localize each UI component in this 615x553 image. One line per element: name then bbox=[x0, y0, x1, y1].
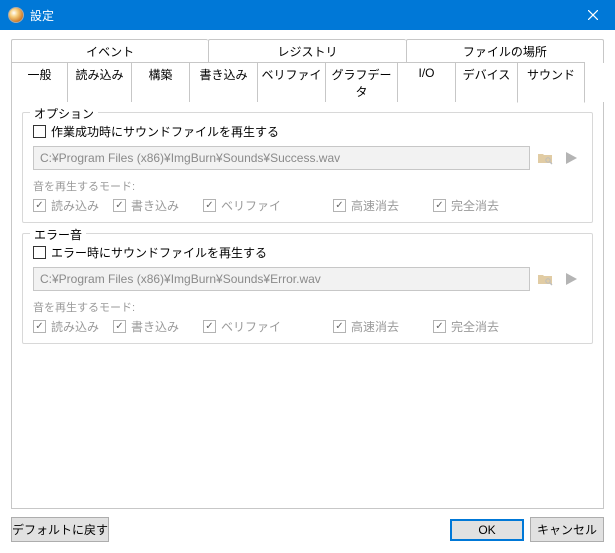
success-mode-checkbox-0[interactable] bbox=[33, 199, 46, 212]
success-mode-label-4: 完全消去 bbox=[451, 197, 499, 214]
group-error: エラー音 エラー時にサウンドファイルを再生する 音を再生するモード: 読み込み書… bbox=[22, 233, 593, 344]
success-mode-0[interactable]: 読み込み bbox=[33, 197, 113, 214]
success-mode-3[interactable]: 高速消去 bbox=[333, 197, 433, 214]
error-mode-1[interactable]: 書き込み bbox=[113, 318, 203, 335]
tab-8[interactable]: サウンド bbox=[517, 62, 585, 103]
success-mode-4[interactable]: 完全消去 bbox=[433, 197, 499, 214]
checkbox-play-error-label: エラー時にサウンドファイルを再生する bbox=[51, 244, 267, 261]
browse-success-button[interactable] bbox=[534, 147, 556, 169]
success-mode-label-0: 読み込み bbox=[51, 197, 99, 214]
group-options: オプション 作業成功時にサウンドファイルを再生する 音を再生するモード: 読み込… bbox=[22, 112, 593, 223]
success-mode-label-3: 高速消去 bbox=[351, 197, 399, 214]
folder-search-icon bbox=[537, 150, 553, 166]
cancel-button[interactable]: キャンセル bbox=[530, 517, 604, 542]
tab-2[interactable]: 構築 bbox=[131, 62, 189, 103]
error-mode-3[interactable]: 高速消去 bbox=[333, 318, 433, 335]
tab-3[interactable]: 書き込み bbox=[189, 62, 257, 103]
success-sound-path[interactable] bbox=[33, 146, 530, 170]
tab-0[interactable]: 一般 bbox=[11, 62, 67, 103]
tab-events[interactable]: イベント bbox=[11, 39, 208, 63]
error-mode-label-0: 読み込み bbox=[51, 318, 99, 335]
browse-error-button[interactable] bbox=[534, 268, 556, 290]
success-mode-label: 音を再生するモード: bbox=[33, 178, 582, 194]
play-error-button[interactable] bbox=[560, 268, 582, 290]
close-icon bbox=[588, 10, 598, 20]
tab-5[interactable]: グラフデータ bbox=[325, 62, 397, 103]
tab-panel-sound: オプション 作業成功時にサウンドファイルを再生する 音を再生するモード: 読み込… bbox=[11, 102, 604, 509]
success-mode-checkbox-3[interactable] bbox=[333, 199, 346, 212]
error-mode-checkbox-3[interactable] bbox=[333, 320, 346, 333]
tab-control: イベント レジストリ ファイルの場所 一般読み込み構築書き込みベリファイグラフデ… bbox=[11, 39, 604, 103]
tab-registry[interactable]: レジストリ bbox=[208, 39, 405, 63]
tab-7[interactable]: デバイス bbox=[455, 62, 517, 103]
checkbox-play-success[interactable] bbox=[33, 125, 46, 138]
success-mode-label-1: 書き込み bbox=[131, 197, 179, 214]
titlebar: 設定 bbox=[0, 0, 615, 30]
error-mode-checkbox-4[interactable] bbox=[433, 320, 446, 333]
play-icon bbox=[563, 271, 579, 287]
error-mode-label-4: 完全消去 bbox=[451, 318, 499, 335]
error-mode-checkbox-2[interactable] bbox=[203, 320, 216, 333]
dialog-footer: デフォルトに戻す OK キャンセル bbox=[11, 509, 604, 542]
app-icon bbox=[8, 7, 24, 23]
error-mode-checkbox-0[interactable] bbox=[33, 320, 46, 333]
error-mode-label-2: ベリファイ bbox=[221, 318, 281, 335]
error-mode-checkbox-1[interactable] bbox=[113, 320, 126, 333]
success-mode-checkbox-2[interactable] bbox=[203, 199, 216, 212]
error-mode-label-1: 書き込み bbox=[131, 318, 179, 335]
error-sound-path[interactable] bbox=[33, 267, 530, 291]
error-mode-2[interactable]: ベリファイ bbox=[203, 318, 333, 335]
play-success-button[interactable] bbox=[560, 147, 582, 169]
checkbox-play-error[interactable] bbox=[33, 246, 46, 259]
tab-1[interactable]: 読み込み bbox=[67, 62, 131, 103]
group-options-label: オプション bbox=[30, 105, 98, 122]
success-mode-label-2: ベリファイ bbox=[221, 197, 281, 214]
folder-search-icon bbox=[537, 271, 553, 287]
group-error-label: エラー音 bbox=[30, 226, 86, 243]
error-mode-4[interactable]: 完全消去 bbox=[433, 318, 499, 335]
success-mode-1[interactable]: 書き込み bbox=[113, 197, 203, 214]
success-mode-2[interactable]: ベリファイ bbox=[203, 197, 333, 214]
window-title: 設定 bbox=[30, 7, 570, 24]
close-button[interactable] bbox=[570, 0, 615, 30]
checkbox-play-success-label: 作業成功時にサウンドファイルを再生する bbox=[51, 123, 279, 140]
tab-file-locations[interactable]: ファイルの場所 bbox=[406, 39, 604, 63]
tab-6[interactable]: I/O bbox=[397, 62, 455, 103]
reset-button[interactable]: デフォルトに戻す bbox=[11, 517, 109, 542]
error-mode-label: 音を再生するモード: bbox=[33, 299, 582, 315]
error-mode-label-3: 高速消去 bbox=[351, 318, 399, 335]
error-mode-0[interactable]: 読み込み bbox=[33, 318, 113, 335]
ok-button[interactable]: OK bbox=[450, 519, 524, 541]
play-icon bbox=[563, 150, 579, 166]
tab-4[interactable]: ベリファイ bbox=[257, 62, 325, 103]
success-mode-checkbox-1[interactable] bbox=[113, 199, 126, 212]
success-mode-checkbox-4[interactable] bbox=[433, 199, 446, 212]
